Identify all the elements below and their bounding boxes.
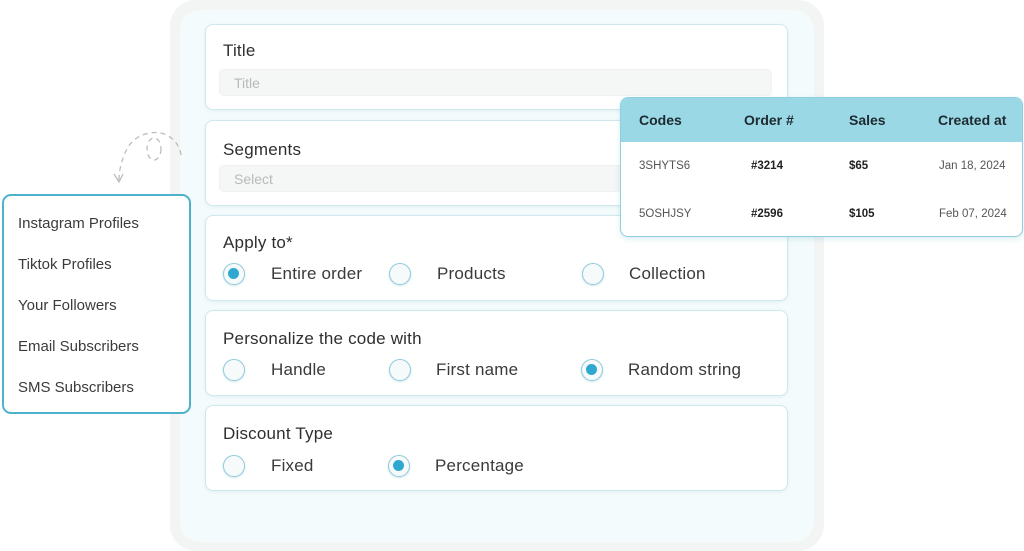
personalize-label: Personalize the code with	[223, 329, 422, 348]
segment-option-email[interactable]: Email Subscribers	[18, 338, 139, 355]
option-label: Random string	[628, 360, 742, 379]
radio-unchecked-icon[interactable]	[389, 359, 411, 381]
personalize-radio-group: Handle First name Random string	[223, 359, 783, 385]
personalize-card: Personalize the code with Handle First n…	[205, 310, 788, 396]
cell-order: #3214	[751, 160, 783, 172]
segment-option-followers[interactable]: Your Followers	[18, 297, 117, 314]
apply-to-label: Apply to*	[223, 233, 293, 252]
cell-code: 3SHYTS6	[639, 160, 691, 172]
table-header: Codes Order # Sales Created at	[621, 98, 1022, 142]
segment-option-tiktok[interactable]: Tiktok Profiles	[18, 256, 112, 273]
cell-sales: $65	[849, 160, 869, 172]
apply-to-radio-group: Entire order Products Collection	[223, 263, 783, 289]
cell-created: Jan 18, 2024	[939, 160, 1006, 172]
title-label: Title	[223, 41, 256, 60]
option-label: Products	[437, 264, 506, 283]
segment-dropdown: Instagram Profiles Tiktok Profiles Your …	[2, 194, 191, 414]
title-input[interactable]	[219, 69, 772, 96]
option-label: Handle	[271, 360, 327, 379]
radio-unchecked-icon[interactable]	[223, 455, 245, 477]
radio-checked-icon[interactable]	[223, 263, 245, 285]
cell-sales: $105	[849, 208, 875, 220]
cell-order: #2596	[751, 208, 783, 220]
option-label: Entire order	[271, 264, 363, 283]
dashed-loop-arrow-icon	[113, 131, 182, 184]
option-label: Percentage	[435, 456, 524, 475]
segment-option-sms[interactable]: SMS Subscribers	[18, 379, 134, 396]
discount-type-card: Discount Type Fixed Percentage	[205, 405, 788, 491]
cell-created: Feb 07, 2024	[939, 208, 1007, 220]
cell-code: 5OSHJSY	[639, 208, 692, 220]
radio-checked-icon[interactable]	[388, 455, 410, 477]
segment-option-instagram[interactable]: Instagram Profiles	[18, 215, 139, 232]
discount-type-label: Discount Type	[223, 424, 334, 443]
option-label: Fixed	[271, 456, 314, 475]
option-label: Collection	[629, 264, 706, 283]
radio-unchecked-icon[interactable]	[582, 263, 604, 285]
column-header-order: Order #	[744, 112, 794, 128]
column-header-sales: Sales	[849, 112, 886, 128]
radio-checked-icon[interactable]	[581, 359, 603, 381]
radio-unchecked-icon[interactable]	[223, 359, 245, 381]
option-label: First name	[436, 360, 519, 379]
column-header-created: Created at	[938, 112, 1007, 128]
column-header-codes: Codes	[639, 112, 682, 128]
table-row[interactable]: 3SHYTS6 #3214 $65 Jan 18, 2024	[621, 160, 1022, 208]
segments-label: Segments	[223, 140, 302, 159]
radio-unchecked-icon[interactable]	[389, 263, 411, 285]
table-row[interactable]: 5OSHJSY #2596 $105 Feb 07, 2024	[621, 208, 1022, 236]
discount-type-radio-group: Fixed Percentage	[223, 455, 623, 481]
codes-table: Codes Order # Sales Created at 3SHYTS6 #…	[620, 97, 1023, 237]
